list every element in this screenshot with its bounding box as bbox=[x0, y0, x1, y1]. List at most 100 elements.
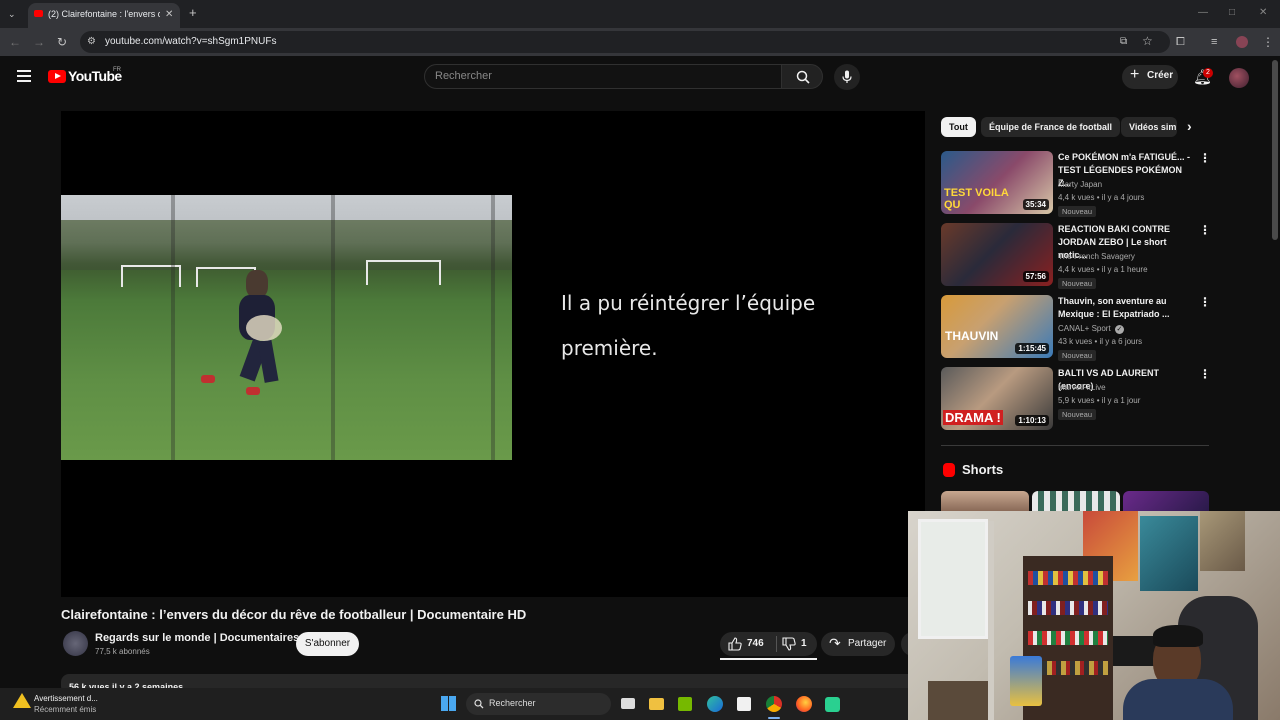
video-title: Clairefontaine : l’envers du décor du rê… bbox=[61, 607, 527, 622]
dislike-count: 1 bbox=[801, 638, 807, 649]
store-icon[interactable] bbox=[737, 697, 751, 711]
more-options-icon[interactable]: ⋮ bbox=[1199, 295, 1211, 309]
logo-country-code: FR bbox=[113, 67, 121, 73]
new-badge: Nouveau bbox=[1058, 409, 1097, 420]
subscribe-button[interactable]: S'abonner bbox=[296, 632, 359, 656]
tab-title: (2) Clairefontaine : l'envers du d bbox=[48, 9, 160, 19]
chevron-right-icon[interactable]: › bbox=[1187, 118, 1192, 134]
app-icon[interactable] bbox=[825, 697, 840, 712]
chip-all[interactable]: Tout bbox=[941, 117, 976, 137]
more-options-icon[interactable]: ⋮ bbox=[1199, 367, 1211, 381]
channel-name[interactable]: Regards sur le monde | Documentaires bbox=[95, 632, 299, 644]
video-frame-image bbox=[61, 195, 512, 460]
file-explorer-icon[interactable] bbox=[649, 698, 664, 710]
extensions-icon[interactable]: ⧠ bbox=[1176, 35, 1185, 49]
dislike-button[interactable]: 1 bbox=[777, 632, 817, 656]
thumbnail-text: TEST VOILA QU bbox=[944, 187, 1009, 211]
maximize-icon[interactable]: □ bbox=[1229, 6, 1235, 20]
minimize-icon[interactable]: — bbox=[1198, 6, 1208, 20]
video-caption: Il a pu réintégrer l’équipe première. bbox=[561, 281, 861, 371]
chip-france-football[interactable]: Équipe de France de football bbox=[981, 117, 1121, 137]
channel-avatar[interactable] bbox=[63, 631, 88, 656]
search-icon bbox=[796, 70, 810, 84]
view-count-date: 5,9 k vues • il y a 1 jour bbox=[1058, 396, 1141, 405]
sidebar-divider bbox=[941, 445, 1209, 446]
windows-taskbar: Avertissement d... Récemment émis Recher… bbox=[0, 688, 908, 720]
browser-tab[interactable]: (2) Clairefontaine : l'envers du d ✕ bbox=[28, 3, 180, 28]
share-arrow-icon: ↷ bbox=[829, 635, 841, 651]
more-options-icon[interactable]: ⋮ bbox=[1199, 151, 1211, 165]
shorts-logo-icon bbox=[943, 463, 955, 477]
windows-start-icon[interactable] bbox=[441, 696, 456, 711]
channel-name[interactable]: Marty Japan bbox=[1058, 180, 1102, 189]
notification-subtitle: Récemment émis bbox=[34, 705, 97, 714]
page-scrollbar[interactable] bbox=[1272, 60, 1278, 240]
like-count: 746 bbox=[747, 638, 764, 649]
thumbs-down-icon bbox=[782, 637, 796, 651]
video-duration: 1:15:45 bbox=[1015, 343, 1049, 354]
search-button[interactable] bbox=[781, 64, 823, 89]
video-thumbnail[interactable]: TEST VOILA QU 35:34 bbox=[941, 151, 1053, 214]
share-button[interactable]: ↷ Partager bbox=[821, 632, 895, 656]
channel-name-text: CANAL+ Sport bbox=[1058, 324, 1111, 333]
forward-icon[interactable]: → bbox=[33, 35, 45, 49]
browser-menu-icon[interactable]: ⋮ bbox=[1262, 35, 1274, 49]
youtube-header: YouTube FR + Créer 🔔︎ 2 bbox=[0, 56, 1280, 98]
media-control-icon[interactable]: ≡ bbox=[1211, 35, 1217, 49]
nvidia-icon[interactable] bbox=[678, 697, 692, 711]
channel-subscriber-count: 77,5 k abonnés bbox=[95, 647, 150, 656]
tab-list-icon[interactable]: ⌄ bbox=[8, 7, 16, 21]
search-input[interactable] bbox=[435, 70, 765, 82]
caption-line-1: Il a pu réintégrer l’équipe bbox=[561, 291, 816, 315]
voice-search-button[interactable] bbox=[834, 64, 860, 90]
shorts-section-title: Shorts bbox=[962, 462, 1004, 477]
back-icon[interactable]: ← bbox=[9, 35, 21, 49]
chrome-icon[interactable] bbox=[766, 696, 782, 712]
install-app-icon[interactable]: ⧉ bbox=[1120, 35, 1127, 49]
video-thumbnail[interactable]: THAUVIN 1:15:45 bbox=[941, 295, 1053, 358]
notification-title[interactable]: Avertissement d... bbox=[34, 694, 98, 703]
search-box bbox=[424, 64, 782, 89]
close-tab-icon[interactable]: ✕ bbox=[165, 8, 173, 22]
site-info-icon[interactable]: ⚙ bbox=[87, 35, 96, 49]
new-badge: Nouveau bbox=[1058, 350, 1097, 361]
webcam-overlay bbox=[908, 511, 1280, 720]
profile-avatar-icon[interactable] bbox=[1236, 36, 1248, 48]
video-title[interactable]: Thauvin, son aventure au Mexique : El Ex… bbox=[1058, 295, 1196, 321]
url-field[interactable]: ⚙ youtube.com/watch?v=shSgm1PNUFs ⧉ ☆ bbox=[80, 31, 1170, 53]
new-badge: Nouveau bbox=[1058, 278, 1097, 289]
task-view-icon[interactable] bbox=[621, 698, 635, 709]
short-thumbnail[interactable] bbox=[1032, 491, 1120, 511]
short-thumbnail[interactable] bbox=[941, 491, 1029, 511]
bookmark-star-icon[interactable]: ☆ bbox=[1142, 34, 1153, 48]
thumbnail-text: DRAMA ! bbox=[943, 410, 1003, 425]
channel-name[interactable]: MarvelFitLive bbox=[1058, 383, 1106, 392]
more-options-icon[interactable]: ⋮ bbox=[1199, 223, 1211, 237]
channel-name[interactable]: CANAL+ Sport ✓ bbox=[1058, 324, 1124, 334]
create-button[interactable]: + Créer bbox=[1122, 65, 1178, 89]
new-tab-icon[interactable]: + bbox=[189, 6, 197, 20]
taskbar-search-label: Rechercher bbox=[489, 698, 536, 708]
create-label: Créer bbox=[1147, 70, 1174, 81]
hamburger-menu-icon[interactable] bbox=[17, 70, 31, 82]
like-button[interactable]: 746 bbox=[720, 632, 776, 656]
edge-icon[interactable] bbox=[707, 696, 723, 712]
channel-name[interactable]: The French Savagery bbox=[1058, 252, 1135, 261]
notification-count-badge: 2 bbox=[1203, 68, 1213, 78]
video-thumbnail[interactable]: DRAMA ! 1:10:13 bbox=[941, 367, 1053, 430]
reload-icon[interactable]: ↻ bbox=[57, 35, 67, 49]
firefox-icon[interactable] bbox=[796, 696, 812, 712]
account-avatar[interactable] bbox=[1229, 68, 1249, 88]
chrome-active-indicator bbox=[768, 717, 780, 719]
chip-similar-videos[interactable]: Vidéos sim bbox=[1121, 117, 1177, 137]
taskbar-search[interactable]: Rechercher bbox=[466, 693, 611, 715]
video-thumbnail[interactable]: 57:56 bbox=[941, 223, 1053, 286]
video-duration: 35:34 bbox=[1022, 199, 1049, 210]
browser-tab-bar: ⌄ (2) Clairefontaine : l'envers du d ✕ +… bbox=[0, 0, 1280, 28]
short-thumbnail[interactable] bbox=[1123, 491, 1209, 511]
view-count-date: 43 k vues • il y a 6 jours bbox=[1058, 337, 1143, 346]
browser-address-bar: ← → ↻ ⚙ youtube.com/watch?v=shSgm1PNUFs … bbox=[0, 28, 1280, 56]
close-window-icon[interactable]: ✕ bbox=[1259, 6, 1267, 20]
video-player[interactable]: Il a pu réintégrer l’équipe première. bbox=[61, 111, 925, 597]
view-count-date: 4,4 k vues • il y a 4 jours bbox=[1058, 193, 1145, 202]
